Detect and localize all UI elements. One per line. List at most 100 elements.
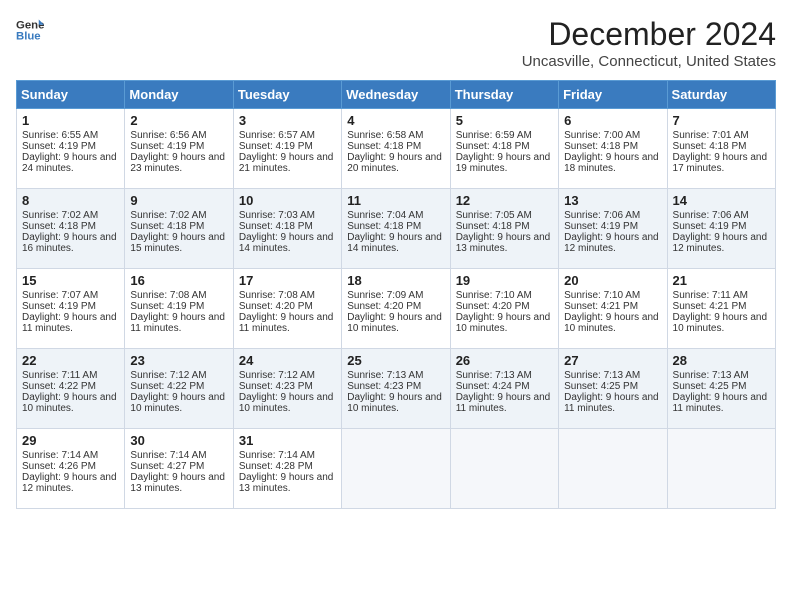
day-number: 25 (347, 353, 444, 368)
daylight-text: Daylight: 9 hours and 12 minutes. (564, 232, 661, 254)
logo: General Blue (16, 16, 44, 44)
sunset-text: Sunset: 4:19 PM (130, 301, 227, 312)
daylight-text: Daylight: 9 hours and 10 minutes. (456, 312, 553, 334)
calendar-cell: 12 Sunrise: 7:05 AMSunset: 4:18 PMDayligh… (450, 189, 558, 269)
calendar-cell: 19Sunrise: 7:10 AMSunset: 4:20 PMDayligh… (450, 269, 558, 349)
calendar-cell: 7Sunrise: 7:01 AMSunset: 4:18 PMDaylight… (667, 109, 775, 189)
sunrise-text: Sunrise: 7:05 AM (456, 210, 553, 221)
calendar-cell: 24Sunrise: 7:12 AMSunset: 4:23 PMDayligh… (233, 349, 341, 429)
sunrise-text: Sunrise: 7:08 AM (239, 290, 336, 301)
header: General Blue December 2024 Uncasville, C… (16, 16, 776, 70)
sunrise-text: Sunrise: 6:56 AM (130, 130, 227, 141)
header-cell-monday: Monday (125, 81, 233, 109)
daylight-text: Daylight: 9 hours and 11 minutes. (239, 312, 336, 334)
sunrise-text: Sunrise: 7:14 AM (22, 450, 119, 461)
day-number: 12 (456, 193, 553, 208)
title-area: December 2024 Uncasville, Connecticut, U… (522, 16, 776, 70)
daylight-text: Daylight: 9 hours and 13 minutes. (456, 232, 553, 254)
sunrise-text: Sunrise: 7:10 AM (564, 290, 661, 301)
calendar-cell: 23Sunrise: 7:12 AMSunset: 4:22 PMDayligh… (125, 349, 233, 429)
sunrise-text: Sunrise: 7:06 AM (564, 210, 661, 221)
header-row: SundayMondayTuesdayWednesdayThursdayFrid… (17, 81, 776, 109)
sunrise-text: Sunrise: 7:03 AM (239, 210, 336, 221)
calendar-cell (450, 429, 558, 509)
location: Uncasville, Connecticut, United States (522, 53, 776, 70)
day-number: 2 (130, 113, 227, 128)
day-number: 20 (564, 273, 661, 288)
header-cell-wednesday: Wednesday (342, 81, 450, 109)
sunset-text: Sunset: 4:20 PM (456, 301, 553, 312)
sunrise-text: Sunrise: 6:57 AM (239, 130, 336, 141)
month-title: December 2024 (522, 16, 776, 53)
daylight-text: Daylight: 9 hours and 11 minutes. (456, 392, 553, 414)
sunrise-text: Sunrise: 7:13 AM (456, 370, 553, 381)
week-row-2: 8Sunrise: 7:02 AMSunset: 4:18 PMDaylight… (17, 189, 776, 269)
sunrise-text: Sunrise: 7:02 AM (130, 210, 227, 221)
daylight-text: Daylight: 9 hours and 10 minutes. (564, 312, 661, 334)
daylight-text: Daylight: 9 hours and 21 minutes. (239, 152, 336, 174)
daylight-text: Daylight: 9 hours and 12 minutes. (673, 232, 770, 254)
day-number: 16 (130, 273, 227, 288)
sunrise-text: Sunrise: 7:00 AM (564, 130, 661, 141)
daylight-text: Daylight: 9 hours and 11 minutes. (564, 392, 661, 414)
day-number: 6 (564, 113, 661, 128)
calendar-cell: 15Sunrise: 7:07 AMSunset: 4:19 PMDayligh… (17, 269, 125, 349)
calendar-cell: 25Sunrise: 7:13 AMSunset: 4:23 PMDayligh… (342, 349, 450, 429)
calendar-cell: 1Sunrise: 6:55 AMSunset: 4:19 PMDaylight… (17, 109, 125, 189)
day-number: 9 (130, 193, 227, 208)
sunset-text: Sunset: 4:20 PM (347, 301, 444, 312)
day-number: 15 (22, 273, 119, 288)
calendar-cell: 30Sunrise: 7:14 AMSunset: 4:27 PMDayligh… (125, 429, 233, 509)
sunrise-text: Sunrise: 7:02 AM (22, 210, 119, 221)
daylight-text: Daylight: 9 hours and 13 minutes. (130, 472, 227, 494)
calendar-cell: 4Sunrise: 6:58 AMSunset: 4:18 PMDaylight… (342, 109, 450, 189)
sunrise-text: Sunrise: 7:11 AM (673, 290, 770, 301)
sunset-text: Sunset: 4:19 PM (564, 221, 661, 232)
sunset-text: Sunset: 4:23 PM (239, 381, 336, 392)
sunset-text: Sunset: 4:22 PM (22, 381, 119, 392)
calendar-cell: 22Sunrise: 7:11 AMSunset: 4:22 PMDayligh… (17, 349, 125, 429)
sunset-text: Sunset: 4:21 PM (673, 301, 770, 312)
day-number: 4 (347, 113, 444, 128)
sunset-text: Sunset: 4:19 PM (239, 141, 336, 152)
calendar-cell: 13Sunrise: 7:06 AMSunset: 4:19 PMDayligh… (559, 189, 667, 269)
svg-text:Blue: Blue (16, 31, 41, 43)
day-number: 23 (130, 353, 227, 368)
sunrise-text: Sunrise: 6:58 AM (347, 130, 444, 141)
sunset-text: Sunset: 4:18 PM (673, 141, 770, 152)
sunrise-text: Sunrise: 6:55 AM (22, 130, 119, 141)
sunrise-text: Sunrise: 6:59 AM (456, 130, 553, 141)
day-number: 30 (130, 433, 227, 448)
sunset-text: Sunset: 4:18 PM (456, 221, 553, 232)
sunset-text: Sunset: 4:19 PM (22, 141, 119, 152)
daylight-text: Daylight: 9 hours and 11 minutes. (673, 392, 770, 414)
sunset-text: Sunset: 4:20 PM (239, 301, 336, 312)
calendar-cell: 11Sunrise: 7:04 AMSunset: 4:18 PMDayligh… (342, 189, 450, 269)
calendar-cell: 9Sunrise: 7:02 AMSunset: 4:18 PMDaylight… (125, 189, 233, 269)
sunrise-text: Sunrise: 7:01 AM (673, 130, 770, 141)
daylight-text: Daylight: 9 hours and 11 minutes. (130, 312, 227, 334)
calendar-cell: 18Sunrise: 7:09 AMSunset: 4:20 PMDayligh… (342, 269, 450, 349)
sunrise-text: Sunrise: 7:13 AM (564, 370, 661, 381)
daylight-text: Daylight: 9 hours and 20 minutes. (347, 152, 444, 174)
daylight-text: Daylight: 9 hours and 19 minutes. (456, 152, 553, 174)
calendar-cell: 29Sunrise: 7:14 AMSunset: 4:26 PMDayligh… (17, 429, 125, 509)
daylight-text: Daylight: 9 hours and 23 minutes. (130, 152, 227, 174)
sunset-text: Sunset: 4:25 PM (564, 381, 661, 392)
daylight-text: Daylight: 9 hours and 11 minutes. (22, 312, 119, 334)
sunset-text: Sunset: 4:27 PM (130, 461, 227, 472)
daylight-text: Daylight: 9 hours and 24 minutes. (22, 152, 119, 174)
header-cell-sunday: Sunday (17, 81, 125, 109)
day-number: 31 (239, 433, 336, 448)
day-number: 10 (239, 193, 336, 208)
calendar-cell: 3Sunrise: 6:57 AMSunset: 4:19 PMDaylight… (233, 109, 341, 189)
header-cell-saturday: Saturday (667, 81, 775, 109)
sunrise-text: Sunrise: 7:13 AM (347, 370, 444, 381)
daylight-text: Daylight: 9 hours and 14 minutes. (347, 232, 444, 254)
day-number: 21 (673, 273, 770, 288)
calendar-cell: 8Sunrise: 7:02 AMSunset: 4:18 PMDaylight… (17, 189, 125, 269)
sunset-text: Sunset: 4:18 PM (239, 221, 336, 232)
daylight-text: Daylight: 9 hours and 14 minutes. (239, 232, 336, 254)
week-row-3: 15Sunrise: 7:07 AMSunset: 4:19 PMDayligh… (17, 269, 776, 349)
calendar-cell (559, 429, 667, 509)
